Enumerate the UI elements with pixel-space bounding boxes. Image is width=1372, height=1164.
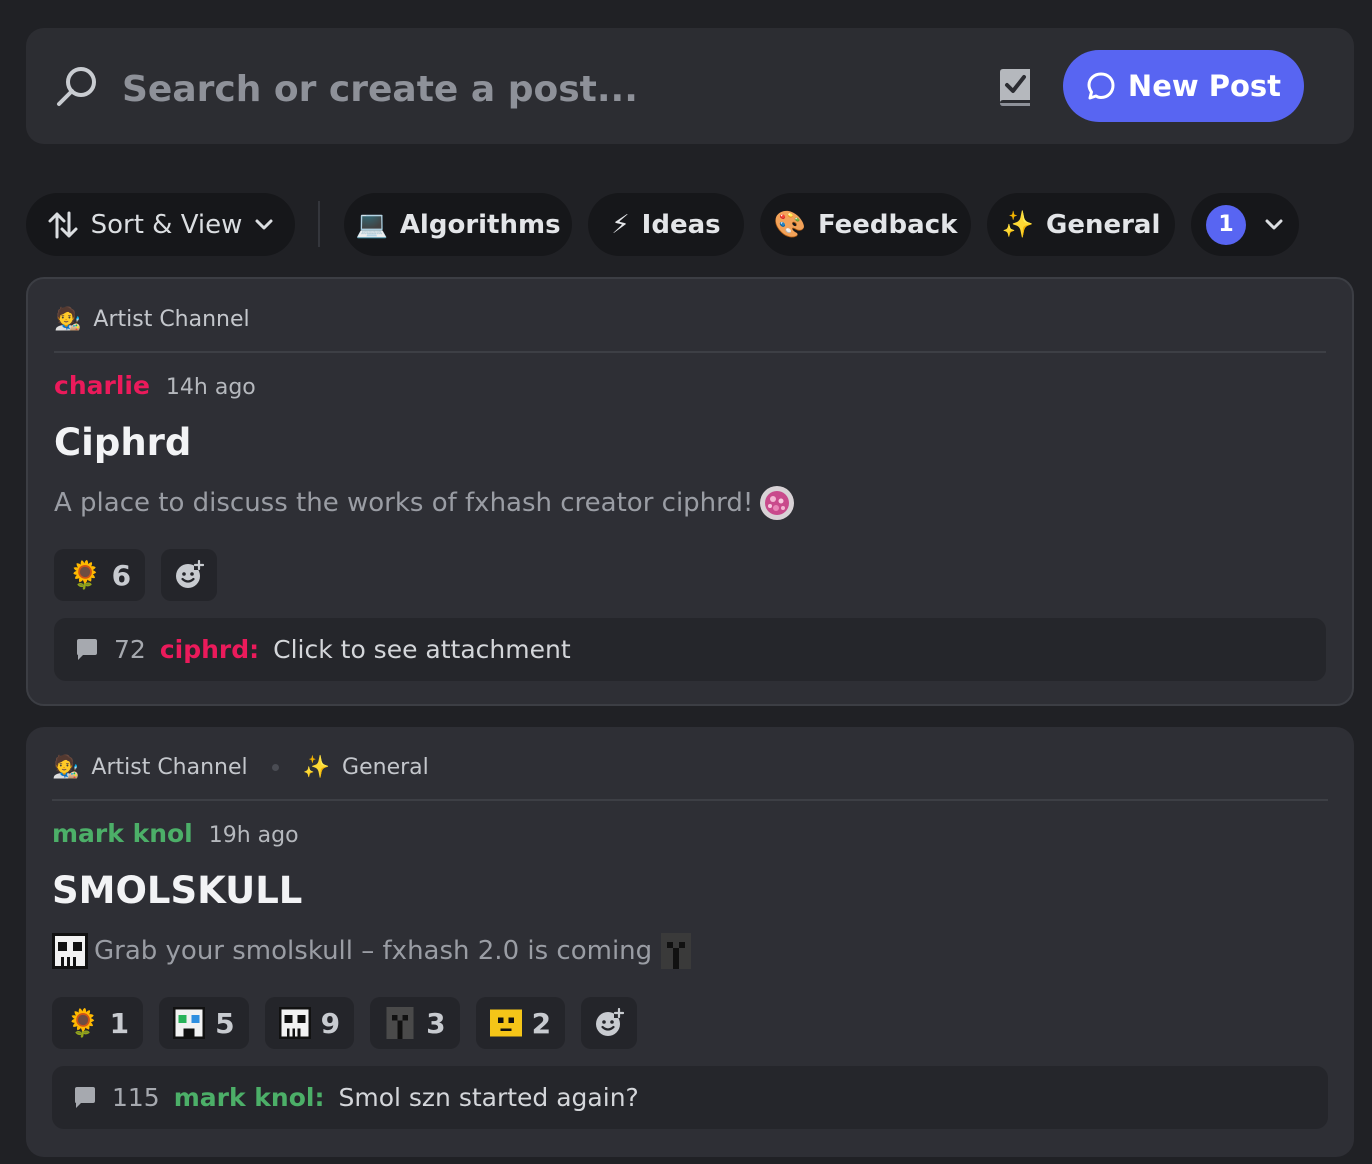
last-message-author: mark knol: <box>173 1083 325 1112</box>
sunflower-icon: 🌻 <box>66 1008 100 1039</box>
post-author[interactable]: charlie <box>54 371 150 400</box>
sparkles-icon: ✨ <box>302 754 331 780</box>
tag-filter-ideas[interactable]: ⚡ Ideas <box>588 193 744 256</box>
post-tags: 🧑‍🎨 Artist Channel ✨ General <box>52 751 429 783</box>
tag-label: Feedback <box>817 209 958 240</box>
reaction-smolskull-green[interactable]: 5 <box>159 997 249 1049</box>
post-tags: 🧑‍🎨 Artist Channel <box>54 303 250 335</box>
last-message-author: ciphrd: <box>159 635 260 664</box>
post-snippet: A place to discuss the works of fxhash c… <box>54 485 795 521</box>
add-emoji-icon <box>176 560 205 588</box>
reaction-count: 2 <box>531 1006 552 1040</box>
tag-label: Ideas <box>641 209 721 240</box>
new-post-label: New Post <box>1127 69 1282 103</box>
last-message-text: Click to see attachment <box>273 635 571 664</box>
reaction-smolskull-dark[interactable]: 3 <box>370 997 460 1049</box>
smolskull-white-icon <box>52 933 88 969</box>
ciphrd-emoji-icon <box>760 486 795 520</box>
palette-icon: 🎨 <box>773 209 806 240</box>
smolskull-white-icon <box>278 1007 311 1039</box>
post-author[interactable]: mark knol <box>52 819 193 848</box>
post-card[interactable]: 🧑‍🎨 Artist Channel charlie 14h ago Ciphr… <box>26 277 1354 706</box>
search-icon <box>57 67 96 106</box>
lightning-icon: ⚡ <box>611 209 630 240</box>
last-message-text: Smol szn started again? <box>338 1083 639 1112</box>
reaction-count: 3 <box>426 1006 446 1040</box>
tag-filter-feedback[interactable]: 🎨 Feedback <box>760 193 971 256</box>
artist-icon: 🧑‍🎨 <box>52 754 80 780</box>
last-message-preview[interactable]: 115 mark knol: Smol szn started again? <box>52 1066 1328 1129</box>
last-message-preview[interactable]: 72 ciphrd: Click to see attachment <box>54 618 1326 681</box>
sparkles-icon: ✨ <box>1001 209 1034 240</box>
selected-count-badge: 1 <box>1206 204 1246 245</box>
reaction-sunflower[interactable]: 🌻 6 <box>54 549 146 601</box>
post-title: Ciphrd <box>54 421 192 464</box>
message-count: 115 <box>112 1083 160 1112</box>
reaction-count: 9 <box>320 1006 341 1040</box>
tag-filter-algorithms[interactable]: 💻 Algorithms <box>344 193 572 256</box>
new-post-button[interactable]: New Post <box>1063 50 1304 122</box>
reaction-smolskull-yellow[interactable]: 2 <box>475 997 566 1049</box>
card-divider <box>52 799 1328 801</box>
tag-filter-general[interactable]: ✨ General <box>987 193 1175 256</box>
tag-label: Artist Channel <box>93 306 250 332</box>
add-reaction-button[interactable] <box>581 997 638 1049</box>
post-snippet: Grab your smolskull – fxhash 2.0 is comi… <box>52 933 694 969</box>
sort-arrows-icon <box>48 211 78 238</box>
post-guidelines-icon[interactable] <box>994 66 1036 108</box>
post-timestamp: 14h ago <box>165 375 256 400</box>
laptop-icon: 💻 <box>355 209 388 240</box>
chevron-down-icon <box>1265 219 1283 229</box>
smolskull-dark-icon <box>661 933 692 969</box>
tag-label: Artist Channel <box>91 754 248 780</box>
reaction-count: 5 <box>215 1006 235 1040</box>
sort-view-button[interactable]: Sort & View <box>26 193 295 256</box>
message-count-icon <box>75 1086 95 1108</box>
post-title: SMOLSKULL <box>52 869 303 912</box>
tag-label: General <box>1045 209 1161 240</box>
post-meta: charlie 14h ago <box>54 371 256 400</box>
snippet-text: A place to discuss the works of fxhash c… <box>54 488 754 518</box>
chevron-down-icon <box>255 219 273 229</box>
filter-divider <box>318 201 320 247</box>
artist-icon: 🧑‍🎨 <box>54 306 82 332</box>
reactions-row: 🌻 1 5 9 3 2 <box>52 997 638 1049</box>
more-tags-dropdown[interactable]: 1 <box>1191 193 1299 256</box>
reaction-count: 1 <box>109 1006 130 1040</box>
reactions-row: 🌻 6 <box>54 549 218 601</box>
post-timestamp: 19h ago <box>208 823 299 848</box>
tag-separator <box>271 763 279 771</box>
tag-label: General <box>342 754 429 780</box>
snippet-text: Grab your smolskull – fxhash 2.0 is comi… <box>94 936 653 966</box>
smolskull-green-icon <box>173 1007 206 1039</box>
chat-bubble-icon <box>1087 72 1115 100</box>
post-meta: mark knol 19h ago <box>52 819 299 848</box>
card-divider <box>54 351 1326 353</box>
add-reaction-button[interactable] <box>161 549 218 601</box>
smolskull-yellow-icon <box>489 1009 522 1037</box>
reaction-count: 6 <box>111 558 132 592</box>
search-input[interactable] <box>122 58 942 120</box>
sort-view-label: Sort & View <box>90 209 243 240</box>
message-count: 72 <box>114 635 146 664</box>
tag-label: Algorithms <box>399 209 561 240</box>
message-count-icon <box>77 638 97 660</box>
sunflower-icon: 🌻 <box>68 560 102 591</box>
reaction-smolskull-white[interactable]: 9 <box>264 997 355 1049</box>
reaction-sunflower[interactable]: 🌻 1 <box>52 997 144 1049</box>
smolskull-dark-icon <box>386 1007 414 1039</box>
add-emoji-icon <box>596 1008 625 1036</box>
post-card[interactable]: 🧑‍🎨 Artist Channel ✨ General mark knol 1… <box>26 727 1354 1157</box>
